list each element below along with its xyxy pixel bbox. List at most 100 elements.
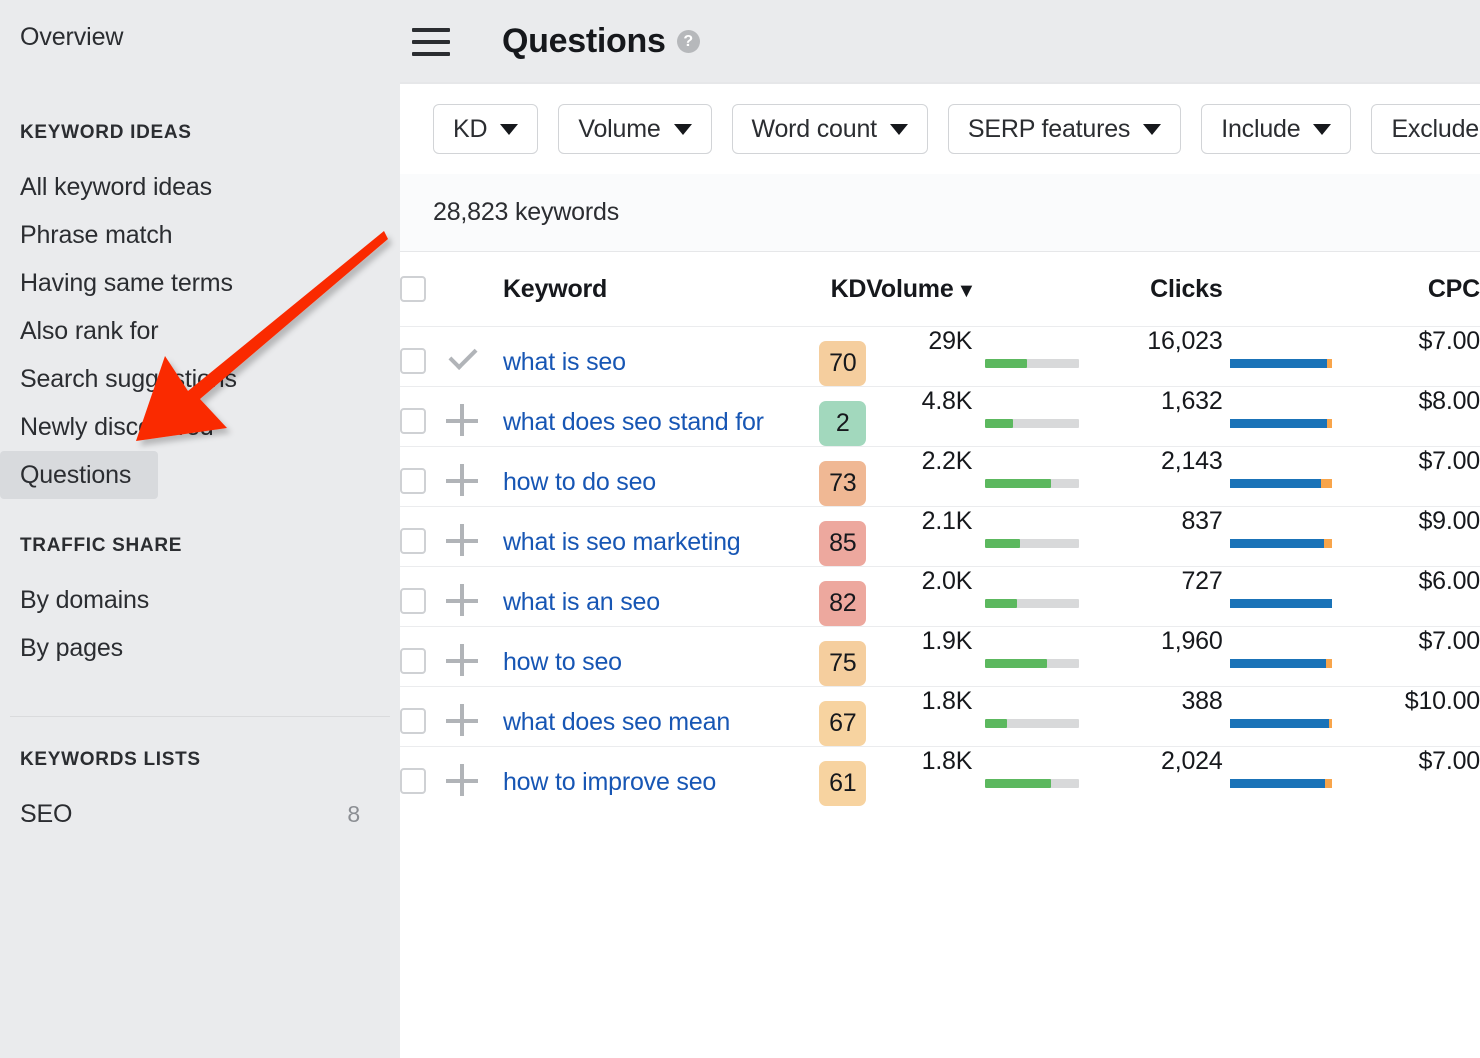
sidebar-item-phrase-match[interactable]: Phrase match	[0, 211, 400, 259]
sidebar-item-having-same-terms[interactable]: Having same terms	[0, 259, 400, 307]
plus-icon[interactable]	[446, 524, 480, 558]
filter-label: Volume	[578, 114, 661, 143]
select-all-checkbox[interactable]	[400, 276, 426, 302]
clicks-cell: 1,960	[1161, 627, 1223, 655]
clicks-cell: 388	[1181, 687, 1223, 715]
filter-kd[interactable]: KD	[433, 104, 539, 154]
sidebar-item-count: 8	[347, 801, 360, 827]
volume-bar-cell	[972, 507, 1101, 567]
column-header-keyword[interactable]: Keyword	[503, 252, 786, 327]
row-action-cell	[446, 327, 503, 387]
volume-cell: 2.1K	[921, 507, 973, 535]
sidebar-item-newly-discovered[interactable]: Newly discovered	[0, 403, 400, 451]
hamburger-icon[interactable]	[412, 26, 450, 56]
kd-badge: 73	[819, 461, 867, 506]
row-checkbox[interactable]	[400, 348, 426, 374]
plus-icon[interactable]	[446, 644, 480, 678]
sidebar-item-label: By pages	[20, 634, 124, 662]
keyword-link[interactable]: what is seo marketing	[503, 507, 741, 561]
row-select-cell	[400, 507, 446, 567]
row-action-cell	[446, 747, 503, 807]
row-checkbox[interactable]	[400, 528, 426, 554]
clicks-bar-organic	[1229, 779, 1326, 788]
sidebar-item-search-suggestions[interactable]: Search suggestions	[0, 355, 400, 403]
keyword-link[interactable]: what does seo stand for	[503, 387, 764, 441]
sidebar-item-label: Also rank for	[20, 317, 159, 345]
clicks-cell: 16,023	[1147, 327, 1223, 355]
clicks-bar-track	[1229, 779, 1332, 788]
plus-icon[interactable]	[446, 464, 480, 498]
sidebar-item-also-rank-for[interactable]: Also rank for	[0, 307, 400, 355]
clicks-bar-cell	[1223, 567, 1349, 627]
clicks-bar-organic	[1229, 659, 1327, 668]
chevron-down-icon	[1143, 123, 1162, 135]
select-all-header	[400, 252, 446, 327]
filter-label: KD	[453, 114, 488, 143]
keyword-cell: what does seo mean	[503, 687, 786, 747]
keyword-link[interactable]: how to do seo	[503, 447, 656, 501]
clicks-bar-organic	[1229, 419, 1328, 428]
clicks-bar-paid	[1326, 659, 1332, 668]
sidebar-item-all-keyword-ideas[interactable]: All keyword ideas	[0, 163, 400, 211]
clicks-bar-track	[1229, 659, 1332, 668]
sidebar-item-label: Newly discovered	[20, 413, 214, 441]
row-checkbox[interactable]	[400, 708, 426, 734]
row-checkbox[interactable]	[400, 768, 426, 794]
kd-cell: 75	[786, 627, 867, 687]
sidebar-group-keyword-ideas: KEYWORD IDEAS All keyword ideas Phrase m…	[0, 122, 400, 499]
clicks-bar-cell	[1223, 327, 1349, 387]
column-header-clicks[interactable]: Clicks	[1101, 252, 1223, 327]
volume-bar-track	[985, 419, 1080, 428]
sidebar-group-keywords-lists: KEYWORDS LISTS SEO 8	[0, 749, 400, 838]
keyword-link[interactable]: what is seo	[503, 327, 626, 381]
cpc-cell: $8.00	[1418, 387, 1480, 415]
clicks-bar-paid	[1324, 539, 1332, 548]
sidebar-item-questions[interactable]: Questions	[0, 451, 158, 499]
column-header-cpc[interactable]: CPC	[1349, 252, 1480, 327]
cpc-cell: $6.00	[1418, 567, 1480, 595]
filter-label: Word count	[751, 114, 878, 143]
row-checkbox[interactable]	[400, 468, 426, 494]
keyword-link[interactable]: how to seo	[503, 627, 622, 681]
help-icon[interactable]: ?	[676, 29, 700, 53]
clicks-cell: 1,632	[1161, 387, 1223, 415]
filter-include[interactable]: Include	[1201, 104, 1352, 154]
cpc-cell: $7.00	[1418, 747, 1480, 775]
plus-icon[interactable]	[446, 404, 480, 438]
keyword-link[interactable]: what is an seo	[503, 567, 660, 621]
row-checkbox[interactable]	[400, 408, 426, 434]
keyword-link[interactable]: what does seo mean	[503, 687, 730, 741]
filter-exclude[interactable]: Exclude	[1371, 104, 1480, 154]
filter-volume[interactable]: Volume	[558, 104, 712, 154]
filter-word-count[interactable]: Word count	[731, 104, 928, 154]
column-header-volume[interactable]: Volume ▼	[866, 252, 1101, 327]
plus-icon[interactable]	[446, 584, 480, 618]
plus-icon[interactable]	[446, 764, 480, 798]
volume-bar-track	[985, 779, 1080, 788]
sidebar-item-seo-list[interactable]: SEO 8	[0, 790, 400, 838]
row-select-cell	[400, 327, 446, 387]
row-checkbox[interactable]	[400, 648, 426, 674]
chevron-down-icon	[500, 123, 519, 135]
sidebar-item-by-domains[interactable]: By domains	[0, 576, 400, 624]
check-icon[interactable]	[446, 344, 480, 378]
clicks-cell: 837	[1181, 507, 1223, 535]
sidebar-item-by-pages[interactable]: By pages	[0, 624, 400, 672]
filter-label: Include	[1221, 114, 1301, 143]
filter-label: Exclude	[1391, 114, 1479, 143]
clicks-bar-col-header	[1223, 252, 1349, 327]
column-header-kd[interactable]: KD	[786, 252, 867, 327]
keyword-link[interactable]: how to improve seo	[503, 747, 716, 801]
plus-icon[interactable]	[446, 704, 480, 738]
filter-serp-features[interactable]: SERP features	[947, 104, 1182, 154]
volume-bar-fill	[985, 779, 1052, 788]
volume-bar-track	[985, 719, 1080, 728]
row-select-cell	[400, 687, 446, 747]
clicks-bar-cell	[1223, 687, 1349, 747]
sidebar-section-title-keyword-ideas: KEYWORD IDEAS	[20, 122, 192, 143]
kd-badge: 75	[819, 641, 867, 686]
clicks-bar-track	[1229, 719, 1332, 728]
row-checkbox[interactable]	[400, 588, 426, 614]
top-bar: Questions?	[400, 0, 1480, 82]
sidebar-item-overview[interactable]: Overview	[0, 0, 400, 54]
